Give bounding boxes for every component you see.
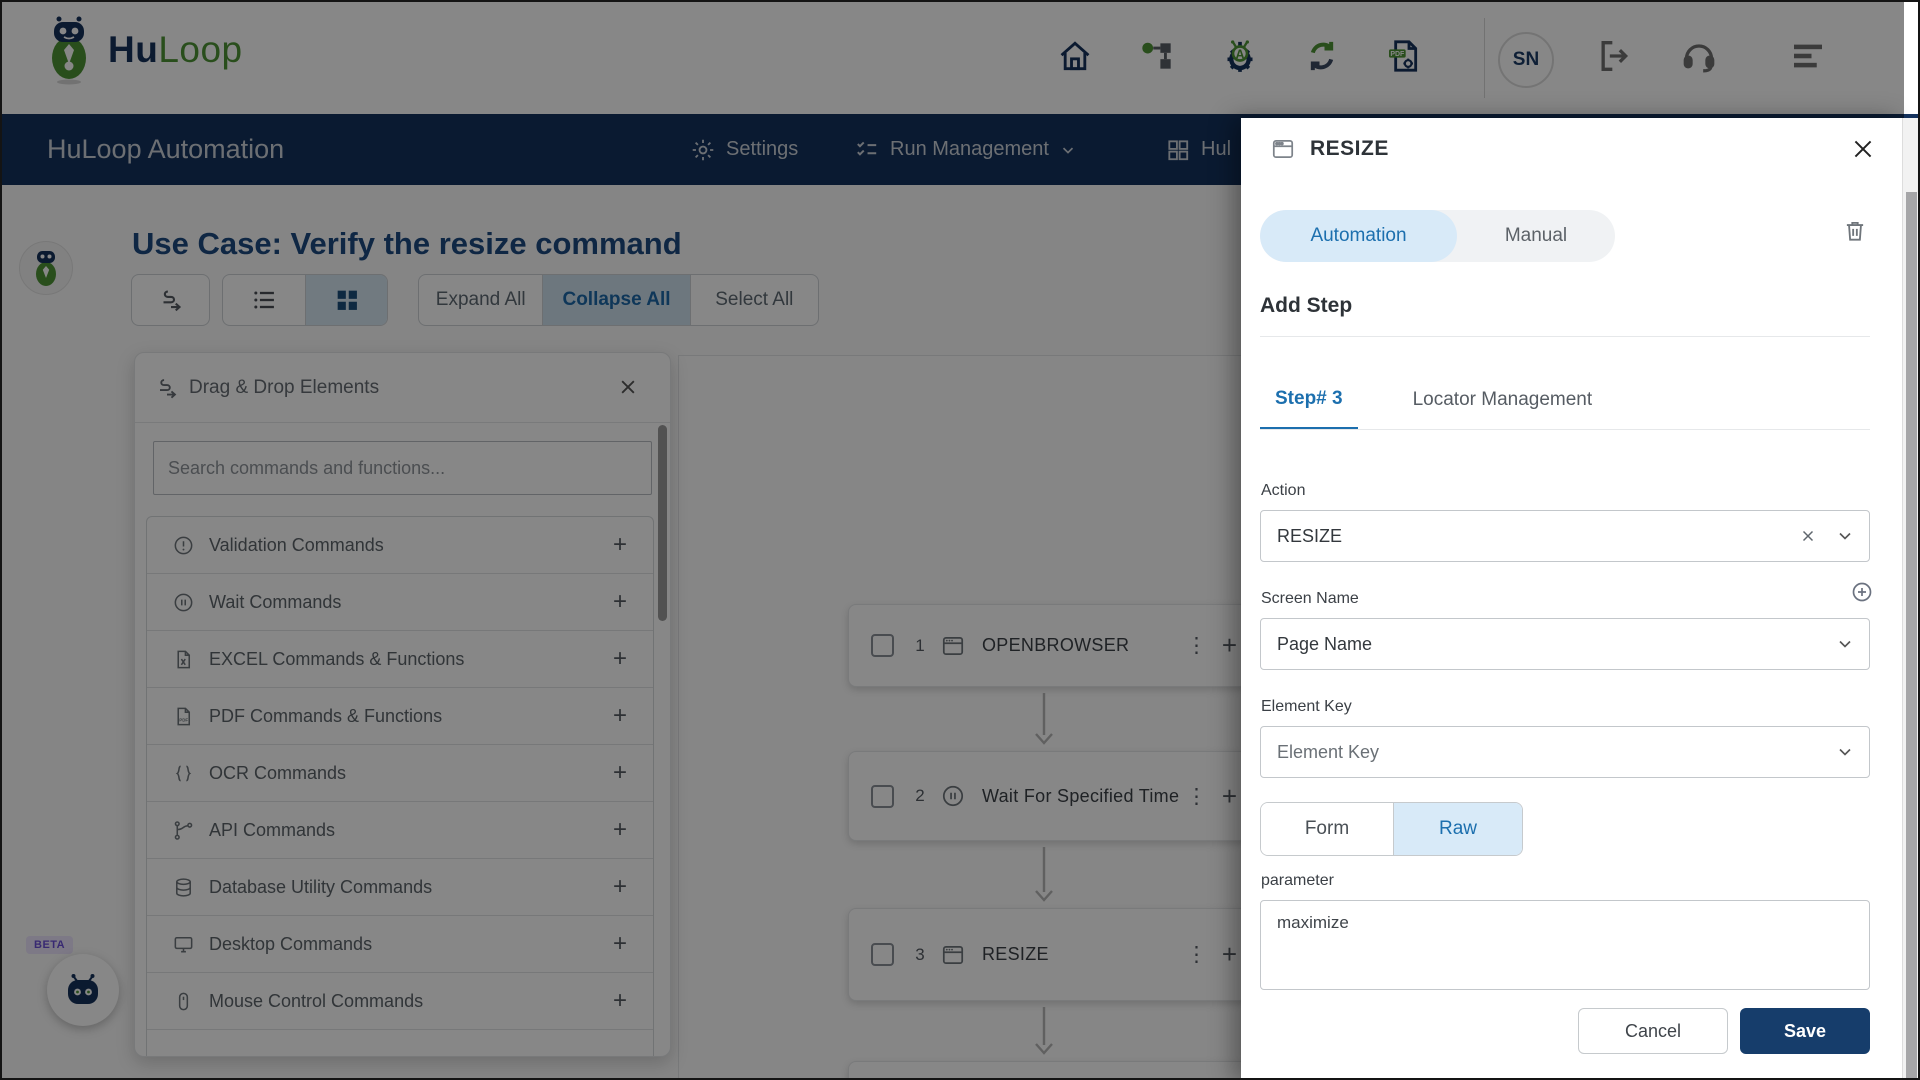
parameter-textarea[interactable] (1260, 900, 1870, 990)
clear-icon[interactable] (1799, 527, 1817, 545)
add-screen-icon[interactable] (1850, 580, 1874, 604)
chevron-down-icon[interactable] (1835, 742, 1855, 762)
browser-window-icon (1272, 140, 1294, 158)
scrollbar-thumb[interactable] (1906, 192, 1917, 1078)
element-key-select[interactable]: Element Key (1260, 726, 1870, 778)
screen-name-label: Screen Name (1261, 590, 1359, 607)
action-label: Action (1261, 482, 1306, 499)
chevron-down-icon[interactable] (1835, 526, 1855, 546)
app-window: HuLoop A PDF SN HuLoop Automation Settin… (0, 0, 1920, 1080)
form-raw-toggle: Form Raw (1260, 802, 1523, 856)
add-step-heading: Add Step (1260, 294, 1353, 317)
divider (1260, 429, 1870, 430)
action-value: RESIZE (1277, 525, 1343, 546)
subtab-locator-management[interactable]: Locator Management (1398, 370, 1608, 430)
tab-automation[interactable]: Automation (1260, 210, 1457, 262)
screen-name-select[interactable]: Page Name (1260, 618, 1870, 670)
action-select[interactable]: RESIZE (1260, 510, 1870, 562)
scrollbar[interactable] (1902, 118, 1918, 1078)
drawer-title: RESIZE (1310, 137, 1389, 160)
drawer-close-icon[interactable] (1850, 136, 1876, 162)
parameter-label: parameter (1261, 872, 1334, 889)
divider (1260, 336, 1870, 337)
chevron-down-icon[interactable] (1835, 634, 1855, 654)
element-key-label: Element Key (1261, 698, 1352, 715)
subtab-step[interactable]: Step# 3 (1260, 370, 1358, 430)
cancel-button[interactable]: Cancel (1578, 1008, 1728, 1054)
save-button[interactable]: Save (1740, 1008, 1870, 1054)
step-editor-drawer: RESIZE Automation Manual Add Step Step# … (1241, 118, 1904, 1078)
step-subtabs: Step# 3 Locator Management (1260, 370, 1607, 430)
form-mode-button[interactable]: Form (1261, 803, 1394, 855)
mode-tabs: Automation Manual (1260, 210, 1615, 262)
raw-mode-button[interactable]: Raw (1394, 803, 1522, 855)
element-key-value: Element Key (1277, 741, 1380, 762)
trash-icon[interactable] (1842, 218, 1868, 244)
screen-name-value: Page Name (1277, 633, 1373, 654)
tab-manual[interactable]: Manual (1457, 210, 1615, 262)
